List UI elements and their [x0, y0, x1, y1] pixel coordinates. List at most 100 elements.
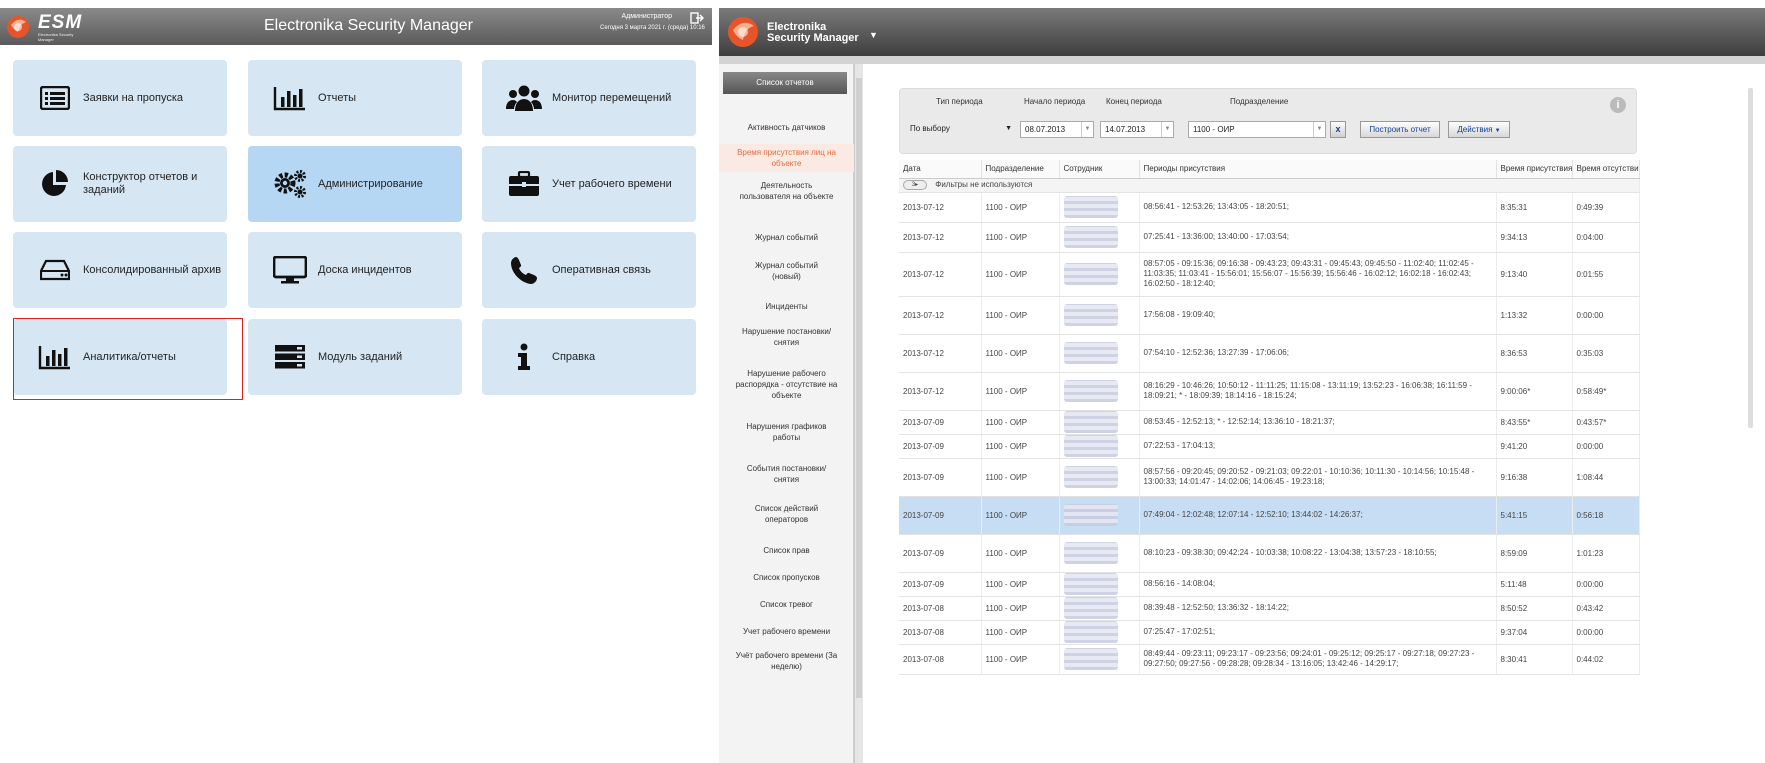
- start-period-label: Начало периода: [1024, 97, 1086, 106]
- cell-presence-time: 5:11:48: [1496, 572, 1573, 597]
- chevron-down-icon[interactable]: ▼: [869, 30, 878, 40]
- cell-presence-time: 8:30:41: [1496, 644, 1573, 675]
- sidebar-item-presence-time[interactable]: Время присутствия лиц на объекте: [719, 144, 854, 172]
- cell-date: 2013-07-08: [899, 620, 982, 645]
- table-row[interactable]: 2013-07-09 1100 - ОИР 08:53:45 - 12:52:13;…: [899, 410, 1640, 435]
- tile-administration[interactable]: Администрирование: [248, 146, 462, 222]
- period-type-select[interactable]: По выбору ▼: [906, 121, 1018, 138]
- actions-button[interactable]: Действия ▼: [1448, 121, 1510, 138]
- sidebar-item-sensor-activity[interactable]: Активность датчиков: [719, 122, 854, 133]
- tile-label: Администрирование: [318, 177, 423, 190]
- column-header-date[interactable]: Дата: [899, 160, 982, 179]
- sidebar-item-time-tracking[interactable]: Учет рабочего времени: [719, 626, 854, 637]
- column-header-presence-time[interactable]: Время присутствия: [1496, 160, 1573, 179]
- sidebar-scroll-thumb[interactable]: [856, 78, 862, 698]
- report-viewer-window: Electronika Security Manager ▼ Список от…: [719, 0, 1765, 763]
- column-header-employee[interactable]: Сотрудник: [1059, 160, 1140, 179]
- esm-launcher-window: ESM Electronika Security Manager Electro…: [0, 0, 712, 763]
- filter-toggle-button[interactable]: 3▸: [903, 180, 927, 190]
- tile-report-builder[interactable]: Конструктор отчетов и заданий: [13, 146, 227, 222]
- cell-periods: 08:39:48 - 12:52:50; 13:36:32 - 18:14:22…: [1139, 596, 1497, 621]
- user-name[interactable]: Администратор: [612, 13, 672, 20]
- table-row[interactable]: 2013-07-12 1100 - ОИР 08:16:29 - 10:46:26;…: [899, 372, 1640, 411]
- tile-reports[interactable]: Отчеты: [248, 60, 462, 136]
- end-date-value: 14.07.2013: [1105, 125, 1146, 134]
- sidebar-item-incidents[interactable]: Инциденты: [719, 301, 854, 312]
- cell-presence-time: 8:36:53: [1496, 334, 1573, 373]
- blurred-employee-name: [1063, 226, 1118, 248]
- blurred-employee-name: [1063, 504, 1118, 526]
- chevron-down-icon: ▼: [1161, 122, 1173, 137]
- logout-icon[interactable]: [690, 11, 704, 24]
- department-label: Подразделение: [1230, 97, 1289, 106]
- es-logo-icon[interactable]: [725, 14, 761, 50]
- column-header-periods[interactable]: Периоды присутствия: [1139, 160, 1497, 179]
- sidebar-item-time-tracking-week[interactable]: Учёт рабочего времени (За неделю): [719, 650, 854, 672]
- tile-operational-comms[interactable]: Оперативная связь: [482, 232, 696, 308]
- sidebar-scrollbar[interactable]: [854, 64, 863, 763]
- tile-incident-board[interactable]: Доска инцидентов: [248, 232, 462, 308]
- tile-pass-requests[interactable]: Заявки на пропуска: [13, 60, 227, 136]
- cell-date: 2013-07-09: [899, 496, 982, 535]
- sidebar-item-event-log-new[interactable]: Журнал событий (новый): [719, 260, 854, 282]
- cell-employee: [1059, 192, 1140, 223]
- tile-help[interactable]: Справка: [482, 319, 696, 395]
- table-scrollbar[interactable]: [1745, 74, 1757, 754]
- cell-department: 1100 - ОИР: [981, 334, 1060, 373]
- sidebar-item-pass-list[interactable]: Список пропусков: [719, 572, 854, 583]
- cell-absence-time: 0:04:00: [1572, 222, 1640, 253]
- cell-absence-time: 0:01:55: [1572, 252, 1640, 297]
- build-report-button[interactable]: Построить отчет: [1360, 121, 1440, 138]
- table-row[interactable]: 2013-07-09 1100 - ОИР 07:22:53 - 17:04:13;…: [899, 434, 1640, 459]
- table-row[interactable]: 2013-07-09 1100 - ОИР 07:49:04 - 12:02:48;…: [899, 496, 1640, 535]
- table-row[interactable]: 2013-07-12 1100 - ОИР 07:54:10 - 12:52:36;…: [899, 334, 1640, 373]
- table-row[interactable]: 2013-07-12 1100 - ОИР 07:25:41 - 13:36:00;…: [899, 222, 1640, 253]
- table-row[interactable]: 2013-07-12 1100 - ОИР 17:56:08 - 19:09:40;…: [899, 296, 1640, 335]
- blurred-employee-name: [1063, 542, 1118, 564]
- table-row[interactable]: 2013-07-08 1100 - ОИР 08:49:44 - 09:23:11;…: [899, 644, 1640, 675]
- cell-periods: 08:53:45 - 12:52:13; * - 12:52:14; 13:36…: [1139, 410, 1497, 435]
- cell-department: 1100 - ОИР: [981, 192, 1060, 223]
- tile-movement-monitor[interactable]: Монитор перемещений: [482, 60, 696, 136]
- department-select[interactable]: 1100 - ОИР ▼: [1188, 121, 1326, 138]
- tile-consolidated-archive[interactable]: Консолидированный архив: [13, 232, 227, 308]
- table-row[interactable]: 2013-07-08 1100 - ОИР 07:25:47 - 17:02:51;…: [899, 620, 1640, 645]
- table-row[interactable]: 2013-07-09 1100 - ОИР 08:57:56 - 09:20:45;…: [899, 458, 1640, 497]
- chevron-down-icon: ▼: [1081, 122, 1093, 137]
- sidebar-item-operator-actions[interactable]: Список действий операторов: [719, 503, 854, 525]
- cell-employee: [1059, 372, 1140, 411]
- table-row[interactable]: 2013-07-09 1100 - ОИР 08:56:16 - 14:08:04;…: [899, 572, 1640, 597]
- chevron-down-icon: ▼: [1313, 122, 1325, 137]
- clear-department-button[interactable]: x: [1330, 121, 1346, 138]
- cell-employee: [1059, 222, 1140, 253]
- es-header-bar: Electronika Security Manager ▼: [719, 8, 1765, 56]
- sidebar-item-arming-events[interactable]: События постановки/снятия: [719, 463, 854, 485]
- column-header-department[interactable]: Подразделение: [981, 160, 1060, 179]
- sidebar-item-rights-list[interactable]: Список прав: [719, 545, 854, 556]
- filter-panel: Тип периода Начало периода Конец периода…: [899, 88, 1637, 154]
- table-row[interactable]: 2013-07-12 1100 - ОИР 08:57:05 - 09:15:36;…: [899, 252, 1640, 297]
- sidebar-item-user-activity[interactable]: Деятельность пользователя на объекте: [719, 180, 854, 202]
- sidebar-item-arming-violation[interactable]: Нарушение постановки/снятия: [719, 326, 854, 348]
- table-row[interactable]: 2013-07-09 1100 - ОИР 08:10:23 - 09:38:30;…: [899, 534, 1640, 573]
- sidebar-item-work-schedule-violation[interactable]: Нарушение рабочего распорядка - отсутств…: [719, 368, 854, 401]
- column-header-absence-time[interactable]: Время отсутствия: [1572, 160, 1640, 179]
- tile-time-tracking[interactable]: Учет рабочего времени: [482, 146, 696, 222]
- cell-presence-time: 9:13:40: [1496, 252, 1573, 297]
- table-row[interactable]: 2013-07-12 1100 - ОИР 08:56:41 - 12:53:26;…: [899, 192, 1640, 223]
- tile-task-module[interactable]: Модуль заданий: [248, 319, 462, 395]
- sidebar-item-schedule-violations[interactable]: Нарушения графиков работы: [719, 421, 854, 443]
- esm-logo[interactable]: ESM Electronika Security Manager: [6, 12, 96, 42]
- blurred-employee-name: [1063, 411, 1118, 433]
- start-date-input[interactable]: 08.07.2013 ▼: [1020, 121, 1094, 138]
- period-type-value: По выбору: [910, 124, 950, 133]
- table-row[interactable]: 2013-07-08 1100 - ОИР 08:39:48 - 12:52:50;…: [899, 596, 1640, 621]
- table-scroll-thumb[interactable]: [1748, 88, 1753, 428]
- sidebar-item-event-log[interactable]: Журнал событий: [719, 232, 854, 243]
- info-icon[interactable]: i: [1610, 97, 1626, 113]
- cell-absence-time: 0:43:57*: [1572, 410, 1640, 435]
- end-date-input[interactable]: 14.07.2013 ▼: [1100, 121, 1174, 138]
- cell-periods: 08:10:23 - 09:38:30; 09:42:24 - 10:03:38…: [1139, 534, 1497, 573]
- sidebar-item-alarm-list[interactable]: Список тревог: [719, 599, 854, 610]
- report-table: Дата Подразделение Сотрудник Периоды при…: [899, 160, 1640, 675]
